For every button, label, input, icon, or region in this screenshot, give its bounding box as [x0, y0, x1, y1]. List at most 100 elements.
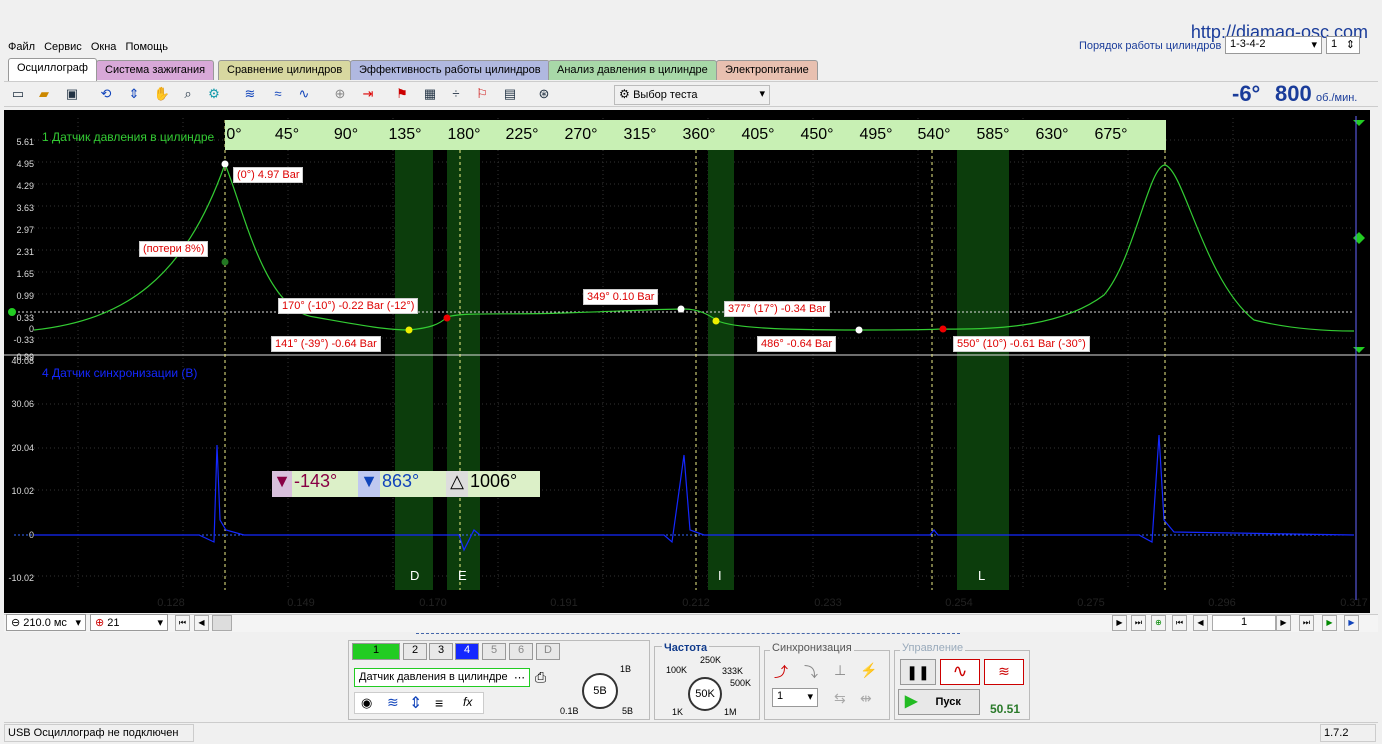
firing-order-label: Порядок работы цилиндров: [1079, 40, 1222, 52]
time-scale-select[interactable]: ⊖ 210.0 мс ▾: [6, 614, 86, 631]
auto-scale-icon[interactable]: ⊛: [534, 84, 554, 104]
new-file-icon[interactable]: ▭: [8, 84, 28, 104]
first-page-button[interactable]: ⏮: [175, 615, 190, 631]
table-icon[interactable]: ▦: [420, 84, 440, 104]
deg-tick: 45°: [274, 126, 300, 143]
marker1-value: -143°: [294, 471, 338, 491]
tab-pressure-analysis[interactable]: Анализ давления в цилиндре: [548, 60, 717, 80]
rpm-value: 800: [1275, 81, 1312, 106]
firing-order-select[interactable]: 1-3-4-2 ▾: [1225, 36, 1322, 54]
zoom-icon[interactable]: ⌕: [178, 84, 198, 104]
wave-icon[interactable]: ≈: [268, 84, 288, 104]
zone-i: [708, 150, 734, 590]
channel-1-button[interactable]: 1: [352, 643, 400, 660]
freq-label: 1M: [724, 707, 737, 717]
sync-shift-icon[interactable]: ⇆: [834, 690, 846, 707]
tab-compare-cylinders[interactable]: Сравнение цилиндров: [218, 60, 352, 80]
freq-label: 333K: [722, 666, 744, 676]
panel-splitter[interactable]: [416, 633, 960, 637]
zoom-select[interactable]: ⊕ 21 ▾: [90, 614, 168, 631]
menu-help[interactable]: Помощь: [125, 41, 168, 53]
y-tick: 0.33: [16, 313, 34, 323]
lines-icon[interactable]: ≡: [435, 695, 443, 711]
y-tick: -0.33: [13, 335, 34, 345]
rec-next-button[interactable]: ▶: [1276, 615, 1291, 631]
cylinder-select[interactable]: 1 ⇕: [1326, 36, 1360, 54]
split-icon[interactable]: ÷: [446, 84, 466, 104]
trigger-icon[interactable]: ⚑: [392, 84, 412, 104]
flag-icon[interactable]: ⚐: [472, 84, 492, 104]
cursor-vertical-icon[interactable]: ⇕: [124, 84, 144, 104]
channel-d-button[interactable]: D: [536, 643, 560, 660]
multi-wave-button[interactable]: ≋: [984, 659, 1024, 685]
pulse-icon[interactable]: ⊥: [834, 662, 846, 679]
auto-icon[interactable]: ⊕: [330, 84, 350, 104]
menu-file[interactable]: Файл: [8, 41, 35, 53]
rising-edge-icon[interactable]: ⤴: [774, 662, 788, 682]
freq-label: 100K: [666, 665, 688, 675]
auto-sync-icon[interactable]: ⚡: [860, 662, 877, 679]
sensor-select[interactable]: Датчик давления в цилиндре ⋯: [354, 668, 530, 687]
falling-edge-icon[interactable]: ⤵: [804, 662, 818, 682]
deg-tick: 450°: [800, 126, 834, 143]
vertical-shift-icon[interactable]: ⇕: [409, 693, 422, 713]
menu-service[interactable]: Сервис: [44, 41, 82, 53]
annotation: (0°) 4.97 Bar: [233, 167, 304, 183]
play-button[interactable]: ▶: [1322, 615, 1337, 631]
test-select[interactable]: ⚙ Выбор теста ▾: [614, 85, 770, 105]
channel-4-button[interactable]: 4: [455, 643, 479, 660]
sync-channel-select[interactable]: 1 ▾: [772, 688, 818, 707]
add-page-button[interactable]: ⊕: [1151, 615, 1166, 631]
play-all-button[interactable]: ▶: [1344, 615, 1359, 631]
x-tick: 0.233: [814, 597, 842, 609]
voltage-knob[interactable]: 5В: [582, 673, 618, 709]
page-number[interactable]: 1: [1212, 615, 1276, 631]
invert-icon[interactable]: ≋: [240, 84, 260, 104]
annotation: 141° (-39°) -0.64 Bar: [271, 336, 381, 352]
frequency-title: Частота: [662, 642, 710, 654]
menu-windows[interactable]: Окна: [91, 41, 117, 53]
sync-panel: [764, 650, 890, 720]
eye-icon[interactable]: ◉: [361, 695, 372, 711]
channel-2-button[interactable]: 2: [403, 643, 427, 660]
rec-prev-button[interactable]: ◀: [1193, 615, 1208, 631]
next-page-button[interactable]: ▶: [1112, 615, 1127, 631]
deg-tick: 405°: [741, 126, 775, 143]
zero-icon[interactable]: ⇥: [358, 84, 378, 104]
pause-button[interactable]: ❚❚: [900, 659, 936, 685]
tab-oscilloscope[interactable]: Осциллограф: [8, 58, 97, 81]
deg-tick: 630°: [1035, 126, 1069, 143]
deg-tick: 540°: [917, 126, 951, 143]
rec-first-button[interactable]: ⏮: [1172, 615, 1187, 631]
rec-last-button[interactable]: ⏭: [1299, 615, 1314, 631]
deg-tick: 270°: [564, 126, 598, 143]
start-button[interactable]: ▶ Пуск: [898, 689, 980, 715]
x-tick: 0.296: [1208, 597, 1236, 609]
formula-icon[interactable]: fx: [463, 695, 472, 709]
filter-icon[interactable]: ⚙: [204, 84, 224, 104]
tab-power[interactable]: Электропитание: [716, 60, 818, 80]
hand-tool-icon[interactable]: ✋: [152, 84, 172, 104]
wave-filter-icon[interactable]: ≋: [387, 694, 399, 711]
open-folder-icon[interactable]: ▰: [34, 84, 54, 104]
cursor-horizontal-icon[interactable]: ⟲: [96, 84, 116, 104]
marker2-icon: ▼: [358, 471, 380, 497]
annotation: 170° (-10°) -0.22 Bar (-12°): [278, 298, 419, 314]
fft-icon[interactable]: ∿: [294, 84, 314, 104]
tab-efficiency[interactable]: Эффективность работы цилиндров: [350, 60, 550, 80]
sync-center-icon[interactable]: ⇹: [860, 690, 872, 707]
channel-6-button[interactable]: 6: [509, 643, 533, 660]
save-icon[interactable]: ▣: [62, 84, 82, 104]
freq-label: 1K: [672, 707, 684, 717]
zone-l: [957, 150, 1009, 590]
channel-3-button[interactable]: 3: [429, 643, 453, 660]
scroll-thumb[interactable]: [212, 615, 232, 631]
sensor-settings-icon[interactable]: ⎙: [535, 669, 546, 686]
frequency-knob[interactable]: 50K: [688, 677, 722, 711]
prev-page-button[interactable]: ◀: [194, 615, 209, 631]
tab-ignition[interactable]: Система зажигания: [96, 60, 215, 80]
last-page-button[interactable]: ⏭: [1131, 615, 1146, 631]
notes-icon[interactable]: ▤: [500, 84, 520, 104]
single-wave-button[interactable]: ∿: [940, 659, 980, 685]
channel-5-button[interactable]: 5: [482, 643, 506, 660]
